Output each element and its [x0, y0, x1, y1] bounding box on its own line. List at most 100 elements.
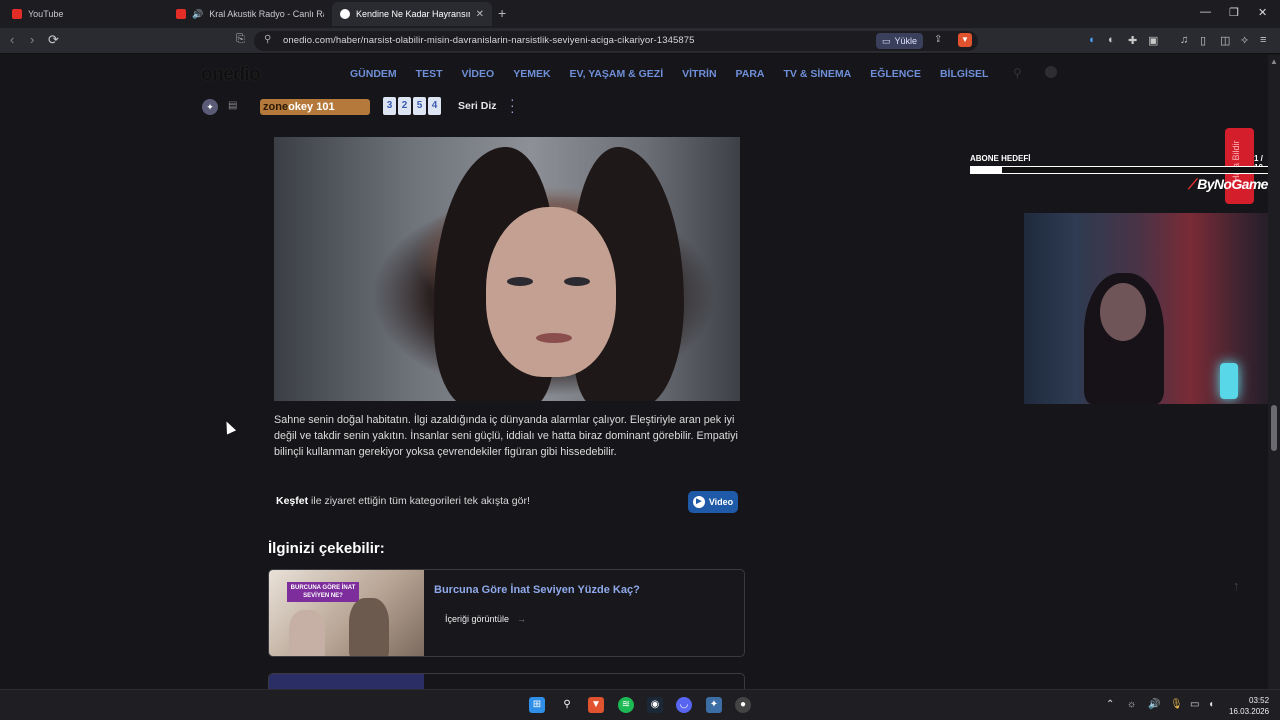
- ad-info-icon: ▤: [228, 100, 238, 111]
- discord-icon[interactable]: ◡: [676, 697, 692, 713]
- mouse-cursor: [221, 419, 237, 435]
- restore-icon[interactable]: ❐: [1229, 6, 1239, 19]
- main-nav: GÜNDEM TEST VİDEO YEMEK EV, YAŞAM & GEZİ…: [350, 68, 1007, 80]
- microphone-icon[interactable]: 🎙: [1170, 699, 1183, 710]
- nav-item-ev-yasam-gezi[interactable]: EV, YAŞAM & GEZİ: [570, 68, 664, 80]
- nav-item-video[interactable]: VİDEO: [462, 68, 495, 80]
- subscriber-goal-bar: [970, 166, 1268, 174]
- nav-item-bilgisel[interactable]: BİLGİSEL: [940, 68, 988, 80]
- card-title[interactable]: Burcuna Göre İnat Seviyen Yüzde Kaç?: [434, 584, 640, 596]
- eye-shape: [564, 277, 590, 286]
- wallet2-icon[interactable]: ◫: [1220, 34, 1230, 47]
- bookmark-icon[interactable]: ⎘: [236, 33, 245, 46]
- volume-icon[interactable]: 🔊: [1148, 699, 1160, 710]
- report-tab[interactable]: Hata Bildir: [1225, 128, 1254, 204]
- clock-time: 03:52: [1249, 696, 1270, 705]
- wallet-icon[interactable]: ▣: [1148, 34, 1158, 47]
- nav-item-tv-sinema[interactable]: TV & SİNEMA: [784, 68, 852, 80]
- network-icon[interactable]: ▭: [1190, 699, 1199, 710]
- scroll-up-icon[interactable]: ▲: [1270, 57, 1278, 66]
- page-scrollbar[interactable]: ▲: [1268, 55, 1280, 689]
- share-icon[interactable]: ⇪: [934, 34, 942, 45]
- zoneokey-logo: zoneokey 101: [260, 99, 370, 115]
- discover-bold: Keşfet: [276, 495, 309, 507]
- site-info-icon[interactable]: ⚲: [264, 34, 271, 45]
- nav-item-eglence[interactable]: EĞLENCE: [870, 68, 921, 80]
- brand-text: ByNoGame: [1197, 176, 1268, 192]
- sound-icon[interactable]: ◖: [1208, 699, 1214, 710]
- okey-tiles: 3 2 5 4: [383, 97, 441, 115]
- brave-shields-icon[interactable]: ▼: [958, 33, 972, 47]
- card-thumbnail[interactable]: BURCUNA GÖRE İNAT SEVİYEN NE?: [269, 570, 424, 656]
- steam-icon[interactable]: ◉: [647, 697, 663, 713]
- play-icon: ▶: [692, 496, 705, 508]
- streamer-brand: ⟋ByNoGame: [1188, 176, 1268, 193]
- tile: 5: [413, 97, 426, 115]
- discover-banner[interactable]: Keşfet ile ziyaret ettiğin tüm kategoril…: [276, 495, 530, 507]
- spotify-icon[interactable]: ≋: [618, 697, 634, 713]
- nav-item-test[interactable]: TEST: [416, 68, 443, 80]
- tile: 4: [428, 97, 441, 115]
- nav-item-para[interactable]: PARA: [736, 68, 765, 80]
- audio-playing-icon[interactable]: ◖: [1088, 34, 1095, 46]
- install-button[interactable]: ▭ Yükle: [876, 33, 924, 49]
- lamp-shape: [1220, 363, 1238, 399]
- tab-kral-radyo[interactable]: 🔊 Kral Akustik Radyo - Canlı Radyo: [168, 2, 332, 26]
- ad-banner[interactable]: ✦ ▤ zoneokey 101 3 2 5 4 Seri Diz · · ·: [200, 92, 520, 119]
- user-icon[interactable]: [1045, 66, 1057, 78]
- person-shape: [1084, 273, 1164, 404]
- brave-browser-icon[interactable]: ▼: [588, 697, 604, 713]
- article-image: [274, 137, 740, 401]
- ad-cta[interactable]: Seri Diz: [458, 100, 497, 112]
- menu-icon[interactable]: ≡: [1260, 34, 1266, 46]
- search-icon[interactable]: ⚲: [559, 697, 575, 713]
- game-icon: ✦: [202, 99, 218, 115]
- related-card-partial[interactable]: [268, 673, 745, 689]
- minimize-icon[interactable]: —: [1200, 6, 1211, 18]
- article-paragraph: Sahne senin doğal habitatın. İlgi azaldı…: [274, 414, 738, 458]
- back-to-top-icon[interactable]: ↑: [1233, 578, 1240, 593]
- zone-text: zone: [263, 101, 289, 113]
- nav-item-yemek[interactable]: YEMEK: [513, 68, 550, 80]
- puzzle-icon[interactable]: ✚: [1128, 34, 1137, 47]
- back-icon[interactable]: ‹: [10, 32, 14, 47]
- tray-overflow-icon[interactable]: ⌃: [1106, 699, 1114, 710]
- tile: 3: [383, 97, 396, 115]
- search-icon[interactable]: ⚲: [1013, 66, 1022, 80]
- app-icon[interactable]: ✦: [706, 697, 722, 713]
- sidebar-icon[interactable]: ▯: [1200, 34, 1206, 47]
- address-bar[interactable]: ⚲ onedio.com/haber/narsist-olabilir-misi…: [254, 31, 978, 51]
- nav-item-vitrin[interactable]: VİTRİN: [682, 68, 716, 80]
- related-heading: İlginizi çekebilir:: [268, 540, 385, 557]
- obs-icon[interactable]: ●: [735, 697, 751, 713]
- thumb-tag: BURCUNA GÖRE İNAT SEVİYEN NE?: [287, 582, 359, 602]
- forward-icon[interactable]: ›: [30, 32, 34, 47]
- reload-icon[interactable]: ⟳: [48, 32, 59, 48]
- tab-onedio[interactable]: Kendine Ne Kadar Hayransın? - ( ✕: [332, 2, 492, 26]
- youtube-icon: [176, 9, 186, 19]
- start-icon[interactable]: ⊞: [529, 697, 545, 713]
- video-label: Video: [708, 497, 734, 507]
- close-tab-icon[interactable]: ✕: [476, 9, 484, 20]
- tile: 2: [398, 97, 411, 115]
- close-window-icon[interactable]: ✕: [1258, 6, 1267, 19]
- brightness-icon[interactable]: ☼: [1127, 699, 1136, 710]
- speaker-icon: 🔊: [192, 8, 204, 19]
- onedio-favicon-icon: [340, 9, 350, 19]
- leo-ai-icon[interactable]: ✧: [1240, 34, 1249, 47]
- view-content-link[interactable]: İçeriği görüntüle →: [445, 614, 526, 624]
- more-options-icon[interactable]: · · ·: [510, 92, 516, 118]
- site-logo[interactable]: onedio: [201, 64, 261, 86]
- related-card[interactable]: BURCUNA GÖRE İNAT SEVİYEN NE? Burcuna Gö…: [268, 569, 745, 657]
- tab-youtube[interactable]: YouTube: [4, 2, 168, 26]
- video-button[interactable]: ▶ Video: [688, 491, 738, 513]
- web-page: onedio GÜNDEM TEST VİDEO YEMEK EV, YAŞAM…: [0, 55, 1268, 689]
- system-clock[interactable]: 03:52 16.03.2026: [1229, 695, 1269, 717]
- url-text[interactable]: onedio.com/haber/narsist-olabilir-misin-…: [283, 35, 695, 46]
- nav-item-gundem[interactable]: GÜNDEM: [350, 68, 397, 80]
- music-icon[interactable]: ♫: [1180, 34, 1188, 46]
- extension-icon[interactable]: ◐: [1108, 34, 1115, 46]
- new-tab-icon[interactable]: +: [498, 5, 506, 21]
- youtube-icon: [12, 9, 22, 19]
- scroll-thumb[interactable]: [1271, 405, 1277, 451]
